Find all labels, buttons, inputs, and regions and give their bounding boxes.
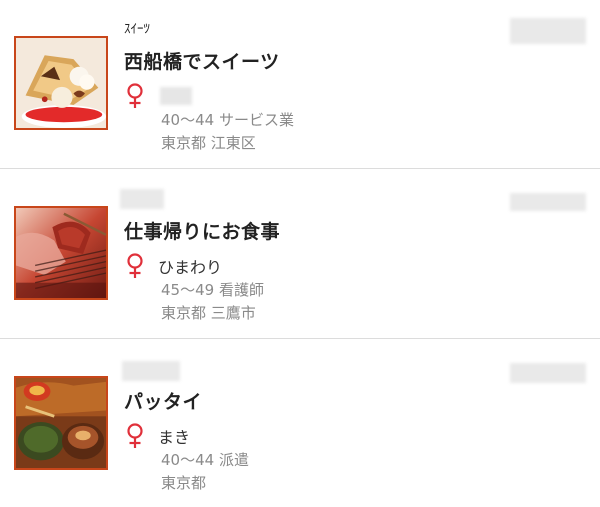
category-redacted [122, 361, 180, 381]
location: 東京都 江東区 [161, 134, 256, 152]
grilled-meat-photo[interactable] [14, 206, 108, 300]
age-job: 40〜44 サービス業 [161, 111, 294, 129]
user-row: ひまわり [124, 252, 222, 280]
nickname[interactable]: ひまわり [158, 254, 222, 278]
posted-time-redacted [510, 18, 586, 44]
age-job: 40〜44 派遣 [161, 451, 249, 469]
list-item[interactable]: パッタイ まき 40〜44 派遣 東京都 [0, 339, 600, 507]
location: 東京都 [161, 474, 207, 492]
user-row [124, 82, 192, 110]
female-icon [127, 253, 143, 278]
category-redacted [120, 189, 164, 209]
thai-food-photo[interactable] [14, 376, 108, 470]
posted-time-redacted [510, 193, 586, 211]
post-title[interactable]: 西船橋でスイーツ [124, 47, 280, 74]
post-list: ｽｲｰﾂ 西船橋でスイーツ 40〜44 サービス業 東京都 江東区 仕事帰りにお… [0, 0, 600, 507]
list-item[interactable]: ｽｲｰﾂ 西船橋でスイーツ 40〜44 サービス業 東京都 江東区 [0, 0, 600, 168]
post-title[interactable]: 仕事帰りにお食事 [124, 217, 280, 244]
sweets-photo[interactable] [14, 36, 108, 130]
nickname-redacted [160, 87, 192, 105]
female-icon [127, 423, 143, 448]
posted-time-redacted [510, 363, 586, 383]
location: 東京都 三鷹市 [161, 304, 256, 322]
category-label: ｽｲｰﾂ [124, 22, 150, 37]
post-title[interactable]: パッタイ [124, 387, 202, 414]
female-icon [127, 83, 143, 108]
list-item[interactable]: 仕事帰りにお食事 ひまわり 45〜49 看護師 東京都 三鷹市 [0, 169, 600, 337]
nickname[interactable]: まき [158, 424, 190, 448]
age-job: 45〜49 看護師 [161, 281, 264, 299]
user-row: まき [124, 422, 190, 450]
